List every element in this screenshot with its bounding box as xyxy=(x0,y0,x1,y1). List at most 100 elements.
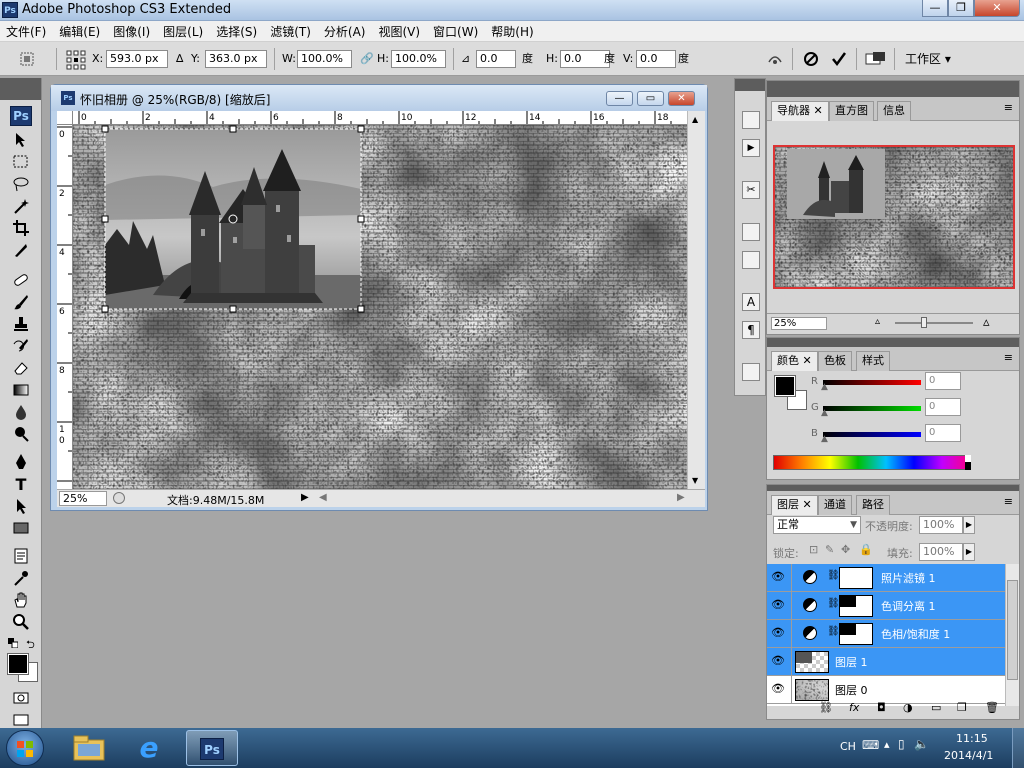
layers-scrollbar[interactable] xyxy=(1005,564,1019,706)
status-info-icon[interactable] xyxy=(113,492,125,504)
fill-arrow-icon[interactable]: ▶ xyxy=(963,543,975,561)
show-desktop-button[interactable] xyxy=(1012,728,1024,768)
character-panel-icon[interactable]: A xyxy=(742,293,760,311)
blur-tool-icon[interactable] xyxy=(10,402,32,422)
layer-hue-saturation[interactable]: 👁 ⛓ 色相/饱和度 1 xyxy=(767,620,1005,648)
green-value-field[interactable]: 0 xyxy=(925,398,961,416)
zoom-field[interactable]: 25% xyxy=(59,491,107,506)
actions-panel-icon[interactable]: ▶ xyxy=(742,139,760,157)
green-slider-row[interactable]: G ▲ 0 xyxy=(811,398,961,420)
start-button[interactable] xyxy=(6,730,44,766)
panel-menu-icon[interactable]: ≡ xyxy=(1004,101,1013,114)
explorer-taskbar-icon[interactable] xyxy=(70,732,108,764)
tab-navigator[interactable]: 导航器 ✕ xyxy=(771,101,829,121)
layer-0[interactable]: 👁 图层 0 xyxy=(767,676,1005,704)
slider-triangle-icon[interactable]: ▲ xyxy=(821,382,828,392)
tab-paths[interactable]: 路径 xyxy=(856,495,890,515)
magic-wand-tool-icon[interactable] xyxy=(10,196,32,216)
cancel-transform-icon[interactable] xyxy=(802,50,820,68)
menu-file[interactable]: 文件(F) xyxy=(6,23,46,40)
scroll-up-icon[interactable]: ▲ xyxy=(692,115,698,124)
dodge-tool-icon[interactable] xyxy=(10,424,32,444)
brushes-panel-icon[interactable] xyxy=(742,223,760,241)
slider-triangle-icon[interactable]: ▲ xyxy=(821,408,828,418)
transform-tool-icon[interactable] xyxy=(18,50,36,68)
menu-analysis[interactable]: 分析(A) xyxy=(324,23,366,40)
layer-style-fx-icon[interactable]: fx xyxy=(849,701,859,714)
maximize-button[interactable]: ❐ xyxy=(948,0,974,17)
brush-tool-icon[interactable] xyxy=(10,292,32,312)
navigator-zoom-field[interactable]: 25% xyxy=(771,317,827,330)
doc-minimize-button[interactable]: — xyxy=(606,91,633,106)
document-canvas[interactable] xyxy=(73,125,687,489)
menu-window[interactable]: 窗口(W) xyxy=(433,23,478,40)
rectangle-tool-icon[interactable] xyxy=(10,518,32,538)
paragraph-panel-icon[interactable]: ¶ xyxy=(742,321,760,339)
workspace-button[interactable]: 工作区 ▾ xyxy=(905,50,951,68)
mask-link-icon[interactable]: ⛓ xyxy=(827,570,840,581)
document-vertical-scrollbar[interactable]: ▲ ▼ xyxy=(687,111,705,489)
menu-select[interactable]: 选择(S) xyxy=(216,23,257,40)
menu-layer[interactable]: 图层(L) xyxy=(163,23,203,40)
keyboard-icon[interactable]: ⌨ xyxy=(862,738,879,752)
pen-tool-icon[interactable] xyxy=(10,452,32,472)
y-field[interactable]: 363.0 px xyxy=(205,50,267,68)
default-colors-icon[interactable] xyxy=(8,638,18,648)
width-field[interactable]: 100.0% xyxy=(297,50,352,68)
hskew-field[interactable]: 0.0 xyxy=(560,50,610,68)
path-selection-tool-icon[interactable] xyxy=(10,496,32,516)
vskew-field[interactable]: 0.0 xyxy=(636,50,676,68)
zoom-in-icon[interactable]: ▵ xyxy=(983,315,990,330)
tab-channels[interactable]: 通道 xyxy=(818,495,852,515)
red-slider-row[interactable]: R ▲ 0 xyxy=(811,372,961,394)
type-tool-icon[interactable]: T xyxy=(10,474,32,494)
move-tool-icon[interactable] xyxy=(10,130,32,150)
foreground-color-swatch[interactable] xyxy=(7,653,29,675)
menu-image[interactable]: 图像(I) xyxy=(113,23,150,40)
tab-color[interactable]: 颜色 ✕ xyxy=(771,351,818,371)
tab-info[interactable]: 信息 xyxy=(877,101,911,121)
bridge-icon[interactable] xyxy=(864,50,888,68)
lock-pixels-icon[interactable]: ✎ xyxy=(825,543,834,556)
opacity-arrow-icon[interactable]: ▶ xyxy=(963,516,975,534)
visibility-eye-icon[interactable]: 👁 xyxy=(771,682,785,696)
lock-position-icon[interactable]: ✥ xyxy=(841,543,850,556)
delete-layer-icon[interactable]: 🗑 xyxy=(985,701,999,714)
history-panel-icon[interactable] xyxy=(742,111,760,129)
gradient-tool-icon[interactable] xyxy=(10,380,32,400)
mask-link-icon[interactable]: ⛓ xyxy=(827,598,840,609)
status-menu-arrow-icon[interactable]: ▶ xyxy=(301,492,309,503)
clone-source-icon[interactable] xyxy=(742,251,760,269)
crop-tool-icon[interactable] xyxy=(10,218,32,238)
layer-photo-filter[interactable]: 👁 ⛓ 照片滤镜 1 xyxy=(767,564,1005,592)
lasso-tool-icon[interactable] xyxy=(10,174,32,194)
quick-mask-icon[interactable] xyxy=(10,688,32,708)
zoom-tool-icon[interactable] xyxy=(10,612,32,632)
tray-expand-icon[interactable]: ▴ xyxy=(884,738,890,751)
visibility-eye-icon[interactable]: 👁 xyxy=(771,654,785,668)
tab-histogram[interactable]: 直方图 xyxy=(829,101,874,121)
volume-icon[interactable]: 🔈 xyxy=(914,737,929,751)
menu-view[interactable]: 视图(V) xyxy=(378,23,420,40)
warp-icon[interactable] xyxy=(766,50,784,68)
new-adjustment-layer-icon[interactable]: ◑ xyxy=(903,701,913,714)
castle-photo-layer[interactable] xyxy=(105,129,361,309)
visibility-eye-icon[interactable]: 👁 xyxy=(771,570,785,584)
layer-posterize[interactable]: 👁 ⛓ 色调分离 1 xyxy=(767,592,1005,620)
eyedropper-tool-icon[interactable] xyxy=(10,568,32,588)
swap-colors-icon[interactable]: ⮌ xyxy=(26,636,35,655)
commit-transform-icon[interactable] xyxy=(830,50,848,68)
tab-swatches[interactable]: 色板 xyxy=(818,351,852,371)
marquee-tool-icon[interactable] xyxy=(10,152,32,172)
blue-slider-row[interactable]: B ▲ 0 xyxy=(811,424,961,446)
link-icon[interactable]: 🔗 xyxy=(360,50,374,68)
panel-menu-icon[interactable]: ≡ xyxy=(1004,495,1013,508)
tab-layers[interactable]: 图层 ✕ xyxy=(771,495,818,515)
doc-maximize-button[interactable]: ▭ xyxy=(637,91,664,106)
reference-point-icon[interactable] xyxy=(66,50,86,70)
blue-value-field[interactable]: 0 xyxy=(925,424,961,442)
zoom-slider[interactable] xyxy=(895,322,973,324)
menu-help[interactable]: 帮助(H) xyxy=(491,23,533,40)
x-field[interactable]: 593.0 px xyxy=(106,50,168,68)
lock-transparency-icon[interactable]: ⊡ xyxy=(809,543,818,556)
